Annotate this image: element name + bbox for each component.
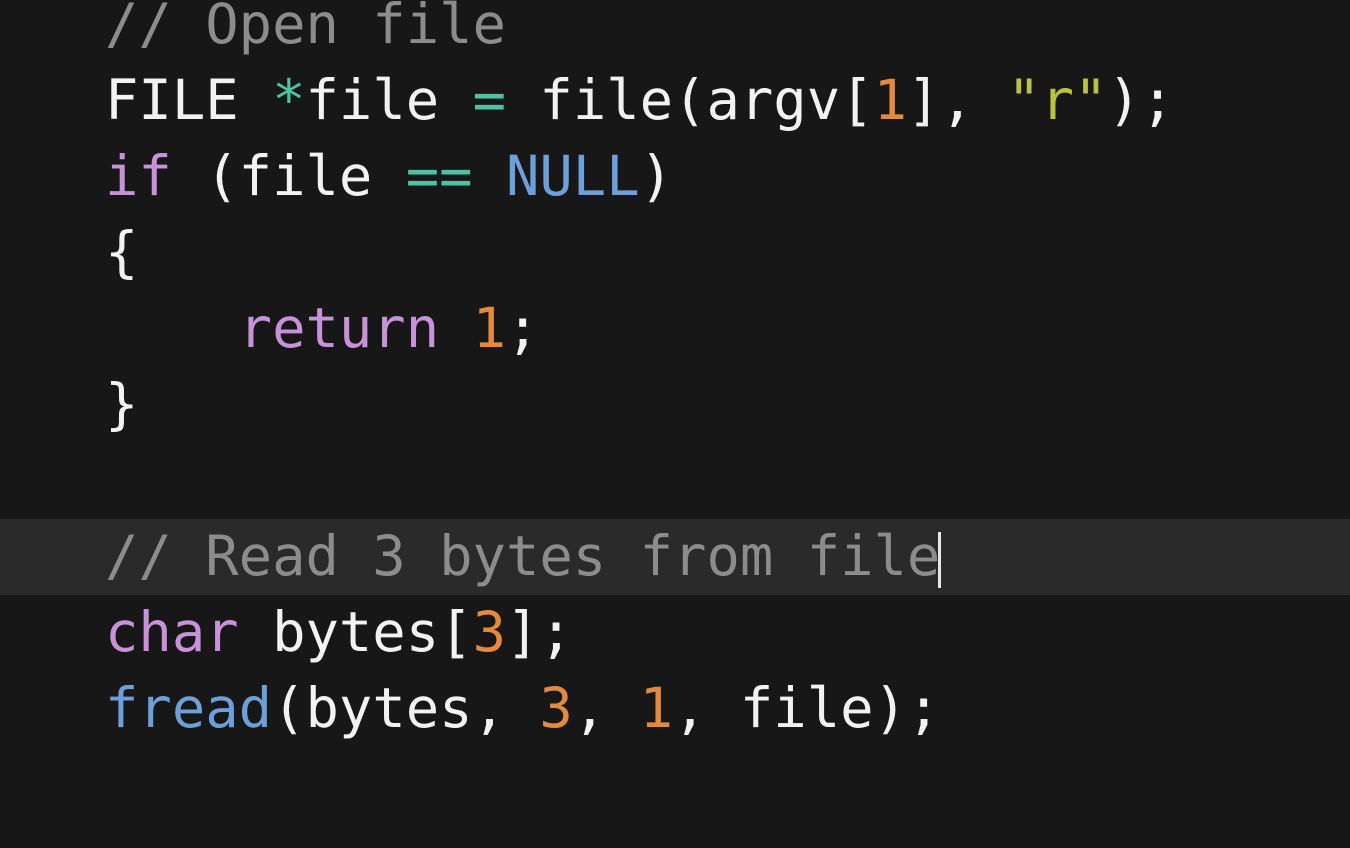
token-number: 1 <box>639 676 674 741</box>
code-line-current[interactable]: // Read 3 bytes from file <box>0 519 1350 595</box>
token-plain: ) <box>639 144 674 209</box>
token-string: "r" <box>1007 68 1108 133</box>
token-plain: } <box>105 372 139 437</box>
token-plain: file <box>305 68 473 133</box>
token-plain: { <box>105 220 139 285</box>
token-plain: ], <box>906 68 1008 133</box>
code-line[interactable]: return 1; <box>0 291 1350 367</box>
code-line[interactable]: fread(bytes, 3, 1, file); <box>0 671 1350 747</box>
code-line[interactable]: if (file == NULL) <box>0 139 1350 215</box>
token-plain: file(argv[ <box>506 68 874 133</box>
token-function: fread <box>105 676 273 741</box>
code-line[interactable]: FILE *file = file(argv[1], "r"); <box>0 63 1350 139</box>
token-number: 1 <box>873 68 907 133</box>
token-operator: * <box>272 68 306 133</box>
token-constant: NULL <box>505 144 640 209</box>
token-number: 3 <box>472 600 506 665</box>
token-keyword: if <box>105 144 172 209</box>
token-plain: ; <box>505 296 540 361</box>
code-editor[interactable]: // Open file FILE *file = file(argv[1], "… <box>0 0 1350 823</box>
token-keyword: char <box>105 600 239 665</box>
token-operator: = <box>472 68 506 133</box>
code-line[interactable]: } <box>0 367 1350 443</box>
token-plain: (file <box>171 144 406 209</box>
token-plain: , <box>572 676 640 741</box>
token-plain: , file); <box>673 676 941 741</box>
code-line[interactable] <box>0 443 1350 519</box>
code-line[interactable]: { <box>0 215 1350 291</box>
code-line[interactable]: char bytes[3]; <box>0 595 1350 671</box>
token-number: 3 <box>539 676 573 741</box>
token-plain: ]; <box>505 600 573 665</box>
token-operator: == <box>405 144 473 209</box>
token-keyword: return <box>238 296 440 361</box>
token-plain: FILE <box>105 68 273 133</box>
text-cursor <box>938 531 942 588</box>
token-comment: // Open file <box>105 0 506 57</box>
code-line[interactable]: // Open file <box>0 0 1350 63</box>
token-plain: bytes[ <box>238 600 473 665</box>
token-plain: (bytes, <box>272 676 540 741</box>
token-comment: // Read 3 bytes from file <box>105 524 941 589</box>
code-line[interactable] <box>0 747 1350 823</box>
token-number: 1 <box>472 296 506 361</box>
token-plain: ); <box>1107 68 1175 133</box>
